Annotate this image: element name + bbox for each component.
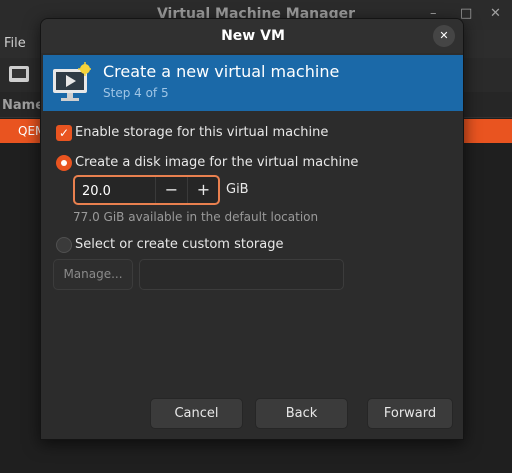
enable-storage-label[interactable]: Enable storage for this virtual machine bbox=[75, 125, 328, 140]
monitor-icon[interactable] bbox=[9, 66, 29, 82]
banner-step: Step 4 of 5 bbox=[103, 86, 169, 100]
disk-size-spinbutton[interactable]: − + bbox=[73, 175, 220, 205]
increase-size-button[interactable]: + bbox=[187, 177, 219, 203]
cancel-button[interactable]: Cancel bbox=[150, 398, 243, 429]
banner-title: Create a new virtual machine bbox=[103, 62, 340, 81]
disk-image-label[interactable]: Create a disk image for the virtual mach… bbox=[75, 155, 358, 170]
menu-file[interactable]: File bbox=[4, 36, 26, 51]
size-unit-label: GiB bbox=[226, 182, 249, 197]
disk-size-input[interactable] bbox=[82, 182, 152, 200]
forward-button[interactable]: Forward bbox=[367, 398, 453, 429]
dialog-title: New VM bbox=[221, 28, 285, 44]
back-button[interactable]: Back bbox=[255, 398, 348, 429]
close-window-icon[interactable]: ✕ bbox=[490, 6, 501, 21]
close-icon[interactable]: ✕ bbox=[433, 25, 455, 47]
disk-image-radio[interactable] bbox=[56, 155, 72, 171]
custom-storage-radio[interactable] bbox=[56, 237, 72, 253]
decrease-size-button[interactable]: − bbox=[155, 177, 187, 203]
vm-monitor-icon bbox=[53, 62, 91, 101]
manage-button[interactable]: Manage... bbox=[53, 259, 133, 290]
checkbox-check-icon: ✓ bbox=[58, 126, 70, 140]
available-space-label: 77.0 GiB available in the default locati… bbox=[73, 210, 319, 224]
enable-storage-checkbox[interactable]: ✓ bbox=[56, 125, 72, 141]
custom-storage-label[interactable]: Select or create custom storage bbox=[75, 237, 283, 252]
storage-path-field[interactable] bbox=[139, 259, 344, 290]
wizard-banner: Create a new virtual machine Step 4 of 5 bbox=[43, 55, 463, 111]
new-vm-dialog: New VM ✕ Create a new virtual machine St… bbox=[40, 18, 464, 440]
column-header-name[interactable]: Name bbox=[2, 98, 44, 113]
